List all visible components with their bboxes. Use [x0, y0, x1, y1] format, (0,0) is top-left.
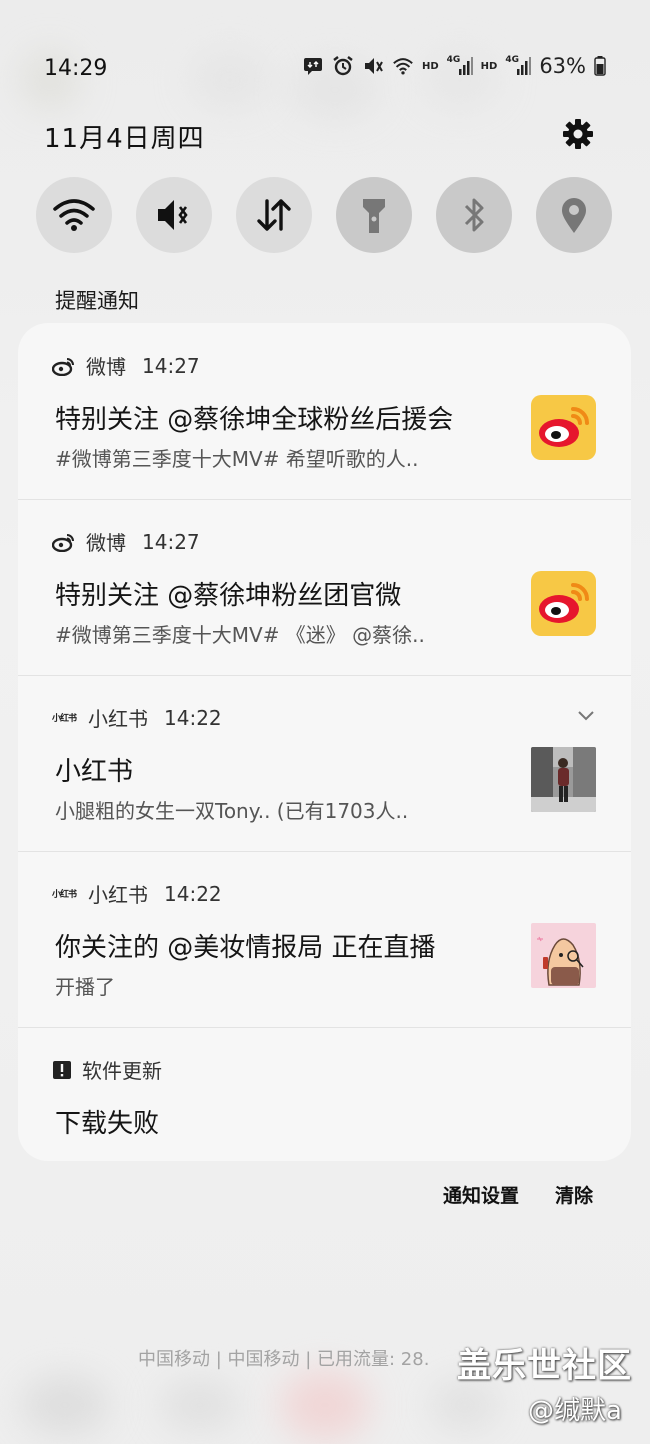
- xiaohongshu-icon: 小红书: [52, 890, 77, 900]
- notification-card: 微博 14:27 特别关注 @蔡徐坤全球粉丝后援会 #微博第三季度十大MV# 希…: [18, 323, 631, 1161]
- qs-bluetooth-button[interactable]: [436, 177, 512, 253]
- notification-actions: 通知设置 清除: [443, 1181, 593, 1208]
- app-name: 软件更新: [82, 1059, 162, 1083]
- gear-icon[interactable]: [561, 117, 595, 151]
- section-title: 提醒通知: [55, 289, 139, 313]
- wifi-status-icon: [392, 55, 414, 77]
- location-icon: [562, 198, 586, 233]
- notification-item[interactable]: 小红书 小红书 14:22 你关注的 @美妆情报局 正在直播 开播了: [18, 851, 631, 1027]
- notification-thumbnail: [531, 923, 596, 988]
- battery-percent: 63%: [539, 54, 586, 78]
- notification-header: 小红书 小红书 14:22: [52, 879, 222, 908]
- notification-item[interactable]: 软件更新 下载失败: [18, 1027, 631, 1161]
- qs-wifi-button[interactable]: [36, 177, 112, 253]
- notification-title: 特别关注 @蔡徐坤粉丝团官微: [55, 581, 402, 611]
- weibo-icon: [52, 357, 74, 376]
- status-time: 14:29: [44, 56, 108, 81]
- notification-time: 14:22: [164, 881, 222, 906]
- app-name: 微博: [86, 355, 126, 379]
- clear-button[interactable]: 清除: [555, 1181, 593, 1208]
- date-label: 11月4日周四: [44, 124, 205, 154]
- data-transfer-icon: [257, 199, 291, 231]
- mute-icon: [158, 200, 188, 230]
- mute-icon: [362, 55, 384, 77]
- notification-item[interactable]: 微博 14:27 特别关注 @蔡徐坤粉丝团官微 #微博第三季度十大MV# 《迷》…: [18, 499, 631, 675]
- signal-icon-1: 4G: [447, 55, 473, 77]
- xiaohongshu-icon: 小红书: [52, 714, 77, 724]
- watermark-user: @缄默a: [528, 1396, 622, 1426]
- flashlight-icon: [363, 199, 385, 233]
- notification-time: 14:27: [142, 353, 200, 378]
- notification-header: 微博 14:27: [52, 351, 200, 380]
- notification-title: 特别关注 @蔡徐坤全球粉丝后援会: [55, 405, 454, 435]
- chevron-down-icon[interactable]: [576, 705, 596, 725]
- hd-label-2: HD: [480, 60, 498, 72]
- weibo-icon: [52, 533, 74, 552]
- wifi-icon: [53, 199, 95, 231]
- notification-time: 14:27: [142, 529, 200, 554]
- notification-header: 微博 14:27: [52, 527, 200, 556]
- status-bar: 14:29 HD 4G HD 4G 63%: [0, 50, 650, 90]
- qs-flashlight-button[interactable]: [336, 177, 412, 253]
- notification-settings-button[interactable]: 通知设置: [443, 1181, 519, 1208]
- app-name: 小红书: [88, 707, 148, 731]
- watermark-site: 盖乐世社区: [457, 1346, 632, 1386]
- qs-location-button[interactable]: [536, 177, 612, 253]
- notification-time: 14:22: [164, 705, 222, 730]
- signal-icon-2: 4G: [505, 55, 532, 77]
- notification-item[interactable]: 小红书 小红书 14:22 小红书 小腿粗的女生一双Tony.. (已有1703…: [18, 675, 631, 851]
- carrier-info: 中国移动 | 中国移动 | 已用流量: 28.: [138, 1349, 430, 1370]
- notification-body: #微博第三季度十大MV# 《迷》 @蔡徐..: [55, 623, 425, 647]
- bluetooth-icon: [464, 198, 484, 232]
- notification-title: 下载失败: [55, 1109, 160, 1139]
- quick-settings: [36, 177, 616, 253]
- qs-mobile-data-button[interactable]: [236, 177, 312, 253]
- message-icon: [302, 55, 324, 77]
- notification-header: 软件更新: [52, 1055, 162, 1084]
- alarm-icon: [332, 55, 354, 77]
- alert-icon: [53, 1060, 71, 1079]
- app-name: 小红书: [88, 883, 148, 907]
- weibo-app-icon: [531, 571, 596, 636]
- status-icons: HD 4G HD 4G 63%: [302, 54, 606, 78]
- notification-header: 小红书 小红书 14:22: [52, 703, 222, 732]
- notification-body: 开播了: [55, 975, 115, 999]
- notification-title: 你关注的 @美妆情报局 正在直播: [55, 933, 436, 963]
- qs-sound-button[interactable]: [136, 177, 212, 253]
- battery-icon: [594, 55, 606, 77]
- notification-title: 小红书: [55, 757, 134, 787]
- notification-body: #微博第三季度十大MV# 希望听歌的人..: [55, 447, 419, 471]
- notification-body: 小腿粗的女生一双Tony.. (已有1703人..: [55, 799, 409, 823]
- notification-thumbnail: [531, 747, 596, 812]
- hd-label-1: HD: [421, 60, 439, 72]
- notification-item[interactable]: 微博 14:27 特别关注 @蔡徐坤全球粉丝后援会 #微博第三季度十大MV# 希…: [18, 323, 631, 499]
- weibo-app-icon: [531, 395, 596, 460]
- app-name: 微博: [86, 531, 126, 555]
